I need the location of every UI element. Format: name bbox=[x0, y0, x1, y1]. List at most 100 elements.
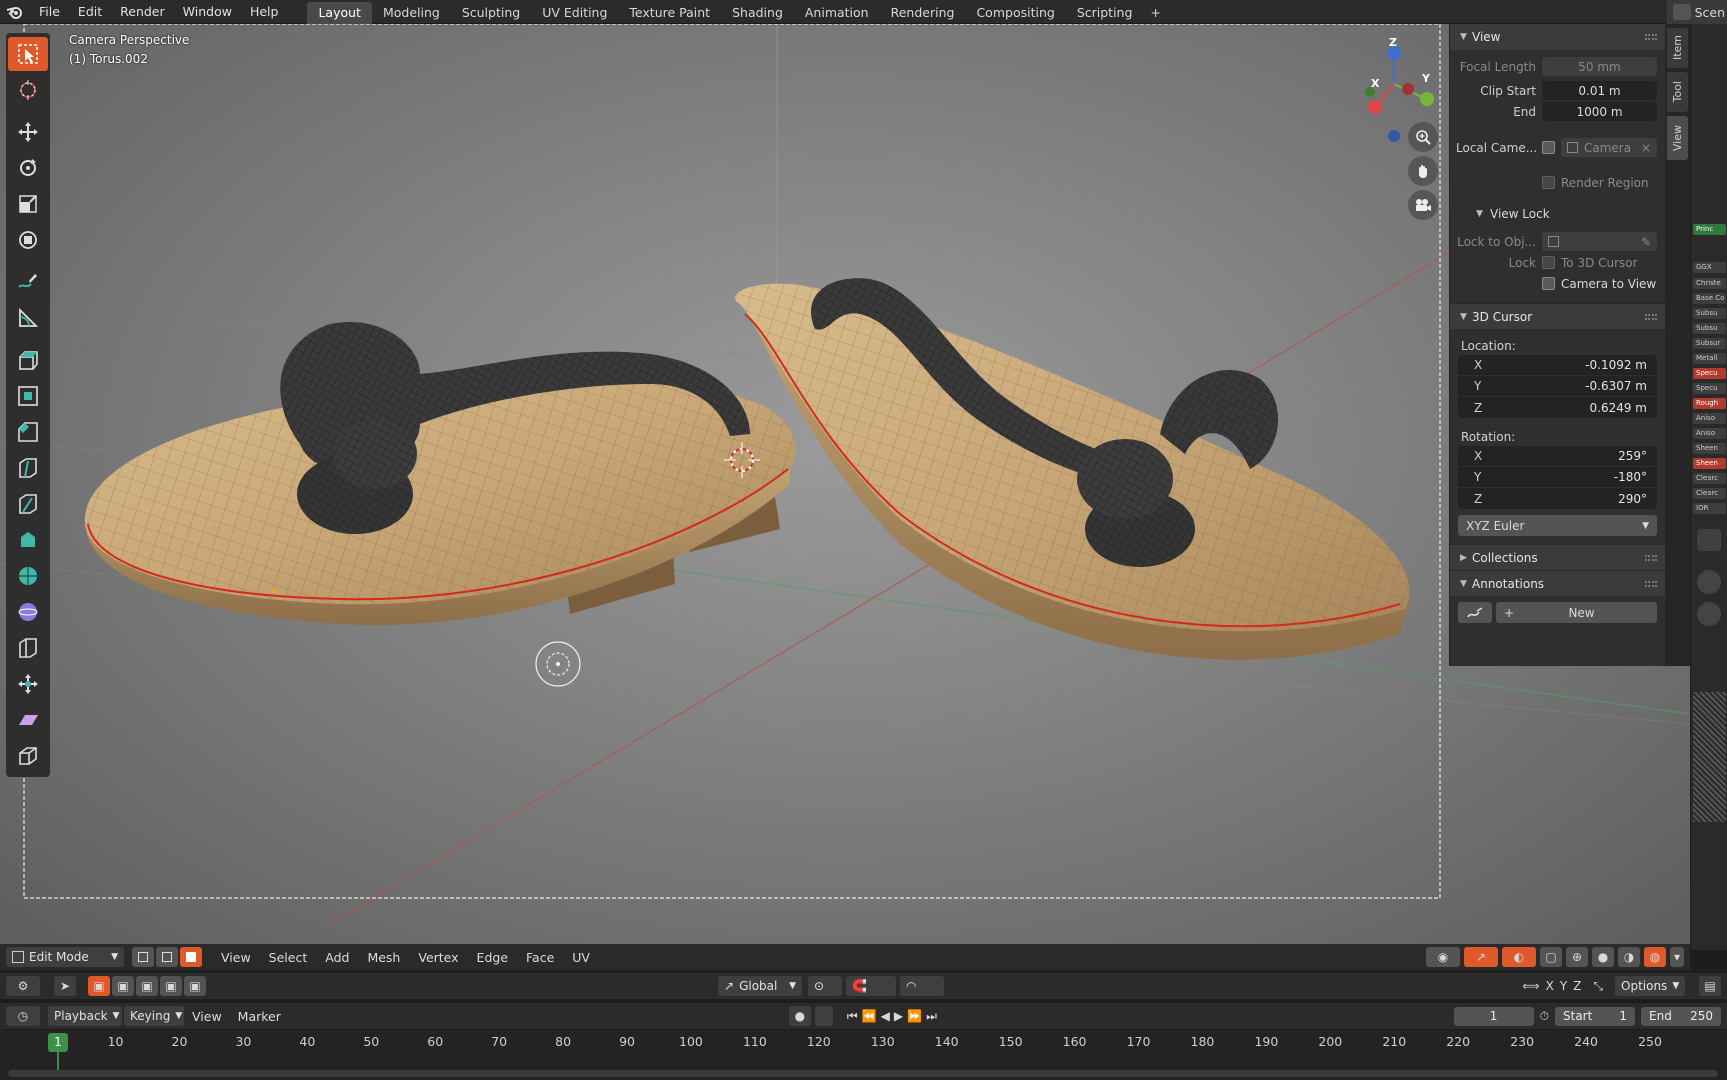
current-frame-field[interactable]: 1 bbox=[1453, 1006, 1534, 1026]
shrink-fatten-icon[interactable] bbox=[8, 667, 48, 701]
gizmo-y-label[interactable]: Y bbox=[1422, 72, 1430, 85]
menu-add[interactable]: Add bbox=[316, 950, 358, 965]
timeline-editor-icon[interactable]: ◷ bbox=[6, 1006, 40, 1026]
menu-edit[interactable]: Edit bbox=[69, 0, 111, 24]
properties-item[interactable]: Rough bbox=[1693, 398, 1726, 409]
properties-item[interactable]: Sheen bbox=[1693, 458, 1726, 469]
invert-selection-icon[interactable]: ▣ bbox=[160, 976, 182, 996]
menu-select[interactable]: Select bbox=[260, 950, 317, 965]
properties-item[interactable]: Subsu bbox=[1693, 323, 1726, 334]
mirror-y-toggle[interactable]: Y bbox=[1560, 979, 1567, 993]
transform-tool-icon[interactable] bbox=[8, 223, 48, 257]
cursor-location-z[interactable]: Z 0.6249 m bbox=[1458, 397, 1657, 418]
timeline-scrollbar[interactable] bbox=[8, 1070, 1718, 1077]
3d-cursor-section-header[interactable]: ▼ 3D Cursor bbox=[1450, 303, 1665, 329]
jump-to-start-icon[interactable]: ⏮ bbox=[847, 1009, 858, 1024]
menu-file[interactable]: File bbox=[30, 0, 69, 24]
mode-dropdown[interactable]: Edit Mode ▼ bbox=[6, 947, 124, 967]
material-shading-icon[interactable]: ◑ bbox=[1618, 947, 1640, 967]
play-reverse-icon[interactable]: ◀ bbox=[881, 1009, 890, 1023]
smooth-icon[interactable] bbox=[8, 595, 48, 629]
tab-scripting[interactable]: Scripting bbox=[1066, 2, 1144, 24]
clip-start-field[interactable]: 0.01 m bbox=[1542, 81, 1657, 100]
menu-help[interactable]: Help bbox=[241, 0, 288, 24]
jump-to-keyframe-back-icon[interactable]: ⏪ bbox=[862, 1009, 877, 1023]
loop-cut-icon[interactable] bbox=[8, 451, 48, 485]
gizmo-x-label[interactable]: X bbox=[1371, 77, 1379, 90]
mirror-icon[interactable]: ⟺ bbox=[1522, 979, 1539, 993]
properties-item[interactable]: Subsu bbox=[1693, 308, 1726, 319]
record-icon[interactable]: ● bbox=[788, 1006, 811, 1026]
properties-item[interactable]: Subsur bbox=[1693, 338, 1726, 349]
measure-tool-icon[interactable] bbox=[8, 301, 48, 335]
camera-view-icon[interactable] bbox=[1408, 190, 1438, 220]
properties-item[interactable]: Base Co bbox=[1693, 293, 1726, 304]
extrude-region-icon[interactable] bbox=[8, 343, 48, 377]
render-region-checkbox[interactable] bbox=[1542, 176, 1555, 189]
properties-item[interactable]: Specu bbox=[1693, 368, 1726, 379]
menu-window[interactable]: Window bbox=[174, 0, 241, 24]
snap-dropdown[interactable]: 🧲 bbox=[846, 976, 896, 996]
zoom-view-icon[interactable] bbox=[1408, 122, 1438, 152]
play-icon[interactable]: ▶ bbox=[894, 1009, 903, 1023]
tab-animation[interactable]: Animation bbox=[794, 2, 880, 24]
pivot-point-dropdown[interactable]: ⊙ bbox=[808, 976, 842, 996]
jump-to-keyframe-forward-icon[interactable]: ⏩ bbox=[907, 1009, 922, 1023]
timeline-menu-marker[interactable]: Marker bbox=[230, 1009, 289, 1024]
cursor-tool-icon[interactable] bbox=[8, 73, 48, 107]
properties-item[interactable]: Aniso bbox=[1693, 413, 1726, 424]
zoom-icon[interactable] bbox=[1697, 570, 1721, 594]
drag-handle-icon[interactable] bbox=[1645, 554, 1657, 561]
auto-keying-options-icon[interactable] bbox=[814, 1006, 833, 1026]
edge-slide-icon[interactable] bbox=[8, 631, 48, 665]
cursor-rotation-y[interactable]: Y -180° bbox=[1458, 467, 1657, 488]
properties-item[interactable]: Specu bbox=[1693, 383, 1726, 394]
properties-item[interactable]: Christe bbox=[1693, 278, 1726, 289]
visibility-icon[interactable]: ◉ bbox=[1426, 947, 1460, 967]
annotate-tool-icon[interactable] bbox=[8, 265, 48, 299]
camera-to-view-checkbox[interactable] bbox=[1542, 277, 1555, 290]
clear-icon[interactable]: × bbox=[1641, 141, 1651, 155]
menu-view[interactable]: View bbox=[212, 950, 260, 965]
jump-to-end-icon[interactable]: ⏭ bbox=[926, 1009, 937, 1024]
wireframe-shading-icon[interactable]: ⊕ bbox=[1566, 947, 1588, 967]
pan-icon[interactable] bbox=[1697, 602, 1721, 626]
cursor-rotation-x[interactable]: X 259° bbox=[1458, 446, 1657, 467]
timeline-menu-view[interactable]: View bbox=[184, 1009, 230, 1024]
tab-view[interactable]: View bbox=[1667, 116, 1688, 160]
shear-icon[interactable] bbox=[8, 703, 48, 737]
cursor-location-y[interactable]: Y -0.6307 m bbox=[1458, 376, 1657, 397]
playback-dropdown[interactable]: Playback ▼ bbox=[48, 1006, 122, 1026]
mirror-x-toggle[interactable]: X bbox=[1546, 979, 1554, 993]
properties-item[interactable]: Clearc bbox=[1693, 488, 1726, 499]
to-3d-cursor-checkbox[interactable] bbox=[1542, 256, 1555, 269]
menu-vertex[interactable]: Vertex bbox=[409, 950, 467, 965]
bevel-icon[interactable] bbox=[8, 415, 48, 449]
gizmo-toggle-icon[interactable]: ↗ bbox=[1464, 947, 1498, 967]
scale-tool-icon[interactable] bbox=[8, 187, 48, 221]
tool-settings-icon[interactable]: ⚙ bbox=[6, 976, 40, 996]
menu-face[interactable]: Face bbox=[517, 950, 563, 965]
mirror-z-toggle[interactable]: Z bbox=[1573, 979, 1581, 993]
scene-selector[interactable]: Scen bbox=[1666, 0, 1727, 24]
auto-merge-icon[interactable]: ⤡ bbox=[1593, 979, 1603, 994]
local-camera-checkbox[interactable] bbox=[1542, 141, 1555, 154]
properties-item[interactable]: Sheen bbox=[1693, 443, 1726, 454]
new-annotation-button[interactable]: + New bbox=[1496, 602, 1657, 623]
tab-uv-editing[interactable]: UV Editing bbox=[531, 2, 618, 24]
view-section-header[interactable]: ▼ View bbox=[1450, 24, 1665, 50]
properties-item[interactable]: Aniso bbox=[1693, 428, 1726, 439]
properties-item[interactable]: Metall bbox=[1693, 353, 1726, 364]
menu-uv[interactable]: UV bbox=[563, 950, 599, 965]
rendered-shading-icon[interactable]: ◍ bbox=[1644, 947, 1666, 967]
lock-object-field[interactable]: ✎ bbox=[1542, 232, 1657, 251]
poly-build-icon[interactable] bbox=[8, 523, 48, 557]
timeline-area[interactable]: 10 20 30 40 50 60 70 80 90 100 110 120 130 140 150 160 1… bbox=[0, 1030, 1727, 1080]
drag-handle-icon[interactable] bbox=[1645, 313, 1657, 320]
proportional-edit-dropdown[interactable]: ◠ bbox=[900, 976, 944, 996]
refresh-icon[interactable] bbox=[1697, 529, 1721, 551]
properties-item[interactable]: Princ bbox=[1693, 224, 1726, 235]
subtract-selection-icon[interactable]: ▣ bbox=[136, 976, 158, 996]
menu-mesh[interactable]: Mesh bbox=[358, 950, 409, 965]
select-box-tool[interactable] bbox=[8, 37, 48, 71]
